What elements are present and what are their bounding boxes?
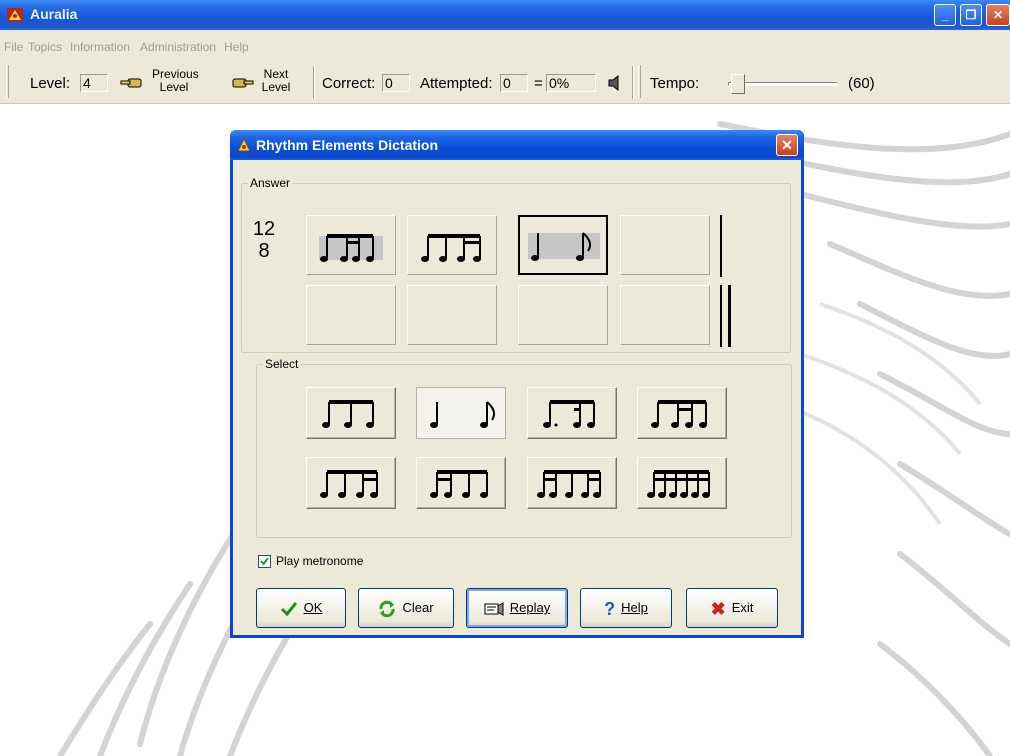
select-rhythm-3[interactable] [527,387,617,439]
close-app-button[interactable]: ✕ [986,4,1010,26]
dialog-close-button[interactable]: ✕ [776,134,798,156]
ok-button[interactable]: OK [256,588,346,628]
help-label: Help [621,600,648,615]
select-rhythm-4[interactable] [637,387,727,439]
rhythm-sixteenths-eighths [430,470,488,498]
toolbar: Level: 4 Previous Level Next Level Corre… [0,60,1010,104]
menu-information[interactable]: Information [70,40,130,54]
question-mark-icon: ? [604,598,616,619]
dialog-app-icon [237,137,251,152]
previous-level-line2: Level [159,80,189,94]
toolbar-grip-2[interactable] [638,65,641,98]
attempted-count-field: 0 [500,74,528,92]
percent-field: 0% [546,74,596,92]
final-barline-thin [720,285,722,347]
checkmark-icon [260,557,269,566]
dialog-titlebar[interactable]: Rhythm Elements Dictation ✕ [230,130,804,160]
play-metronome-checkbox[interactable] [258,555,271,568]
select-rhythm-8[interactable] [637,457,727,509]
answer-cell-2[interactable] [407,215,497,275]
rhythm-quarter-eighth [430,401,496,428]
rhythm-eighths-sixteenths [320,470,378,498]
select-rhythm-5[interactable] [306,457,396,509]
replay-button[interactable]: Replay [466,588,568,628]
clear-label: Clear [402,600,434,615]
clear-button[interactable]: Clear [358,588,454,628]
tempo-label: Tempo: [650,75,700,92]
rhythm-eighth-sixteenths-eighth [651,400,707,428]
app-titlebar: Auralia _ ❐ ✕ [0,0,1010,30]
tempo-value: (60) [848,75,875,92]
final-barline-thick [728,285,731,347]
dialog-title: Rhythm Elements Dictation [256,137,439,153]
time-signature-bottom: 8 [258,240,270,262]
rhythm-three-eighths [322,400,374,428]
play-metronome-label[interactable]: Play metronome [276,554,363,568]
next-level-line2: Level [261,80,291,94]
rhythm-sixteenths-eighth-sixteenths [537,470,601,498]
pointing-hand-left-icon [120,78,142,88]
barline [720,215,722,277]
speaker-icon[interactable] [606,74,624,92]
refresh-icon [379,600,395,617]
minimize-button[interactable]: _ [934,4,956,26]
toolbar-grip[interactable] [6,65,9,98]
rhythm-six-sixteenths [647,470,710,498]
toolbar-separator-2 [632,66,634,99]
attempted-label: Attempted: [420,75,493,92]
select-rhythm-2[interactable] [416,387,506,439]
replay-icon [484,601,504,616]
next-level-button[interactable]: Next Level [232,66,312,100]
time-signature: 12 8 [246,218,282,262]
menu-help[interactable]: Help [224,40,249,54]
level-label: Level: [30,75,71,92]
green-check-icon [280,601,297,616]
menu-topics[interactable]: Topics [28,40,62,54]
answer-group-label: Answer [248,176,293,190]
answer-cell-8[interactable] [620,285,710,345]
rhythm-quarter-eighth [528,232,600,261]
pointing-hand-right-icon [232,78,254,88]
select-rhythm-7[interactable] [527,457,617,509]
correct-count-field: 0 [382,74,410,92]
auralia-app-icon [7,8,23,22]
previous-level-button[interactable]: Previous Level [120,66,210,100]
help-button[interactable]: ? Help [580,588,672,628]
select-group-label: Select [263,357,301,371]
rhythm-dotted-eighth-sixteenth-eighth [543,400,595,428]
menu-bar: File Topics Information Administration H… [0,30,1010,60]
select-rhythm-1[interactable] [306,387,396,439]
rhythm-quarter-sixteenths-eighth [319,234,383,262]
red-x-icon: ✖ [710,598,726,619]
restore-button[interactable]: ❐ [960,4,982,26]
app-title: Auralia [30,6,78,22]
answer-cell-5[interactable] [306,285,396,345]
tempo-slider-thumb[interactable] [731,74,745,94]
menu-file[interactable]: File [4,40,23,54]
exit-button[interactable]: ✖ Exit [686,588,778,628]
time-signature-top: 12 [252,218,276,240]
equals-label: = [534,75,543,92]
ok-label: OK [303,600,323,615]
toolbar-separator [313,66,315,99]
answer-cell-3[interactable] [518,215,608,275]
rhythm-eighths-sixteenths [421,234,481,262]
menu-administration[interactable]: Administration [140,40,216,54]
replay-label: Replay [509,600,551,615]
answer-cell-7[interactable] [518,285,608,345]
answer-cell-6[interactable] [407,285,497,345]
answer-cell-1[interactable] [306,215,396,275]
correct-label: Correct: [322,75,376,92]
level-field[interactable]: 4 [80,74,108,92]
select-rhythm-6[interactable] [416,457,506,509]
answer-cell-4[interactable] [620,215,710,275]
exit-label: Exit [731,600,754,615]
